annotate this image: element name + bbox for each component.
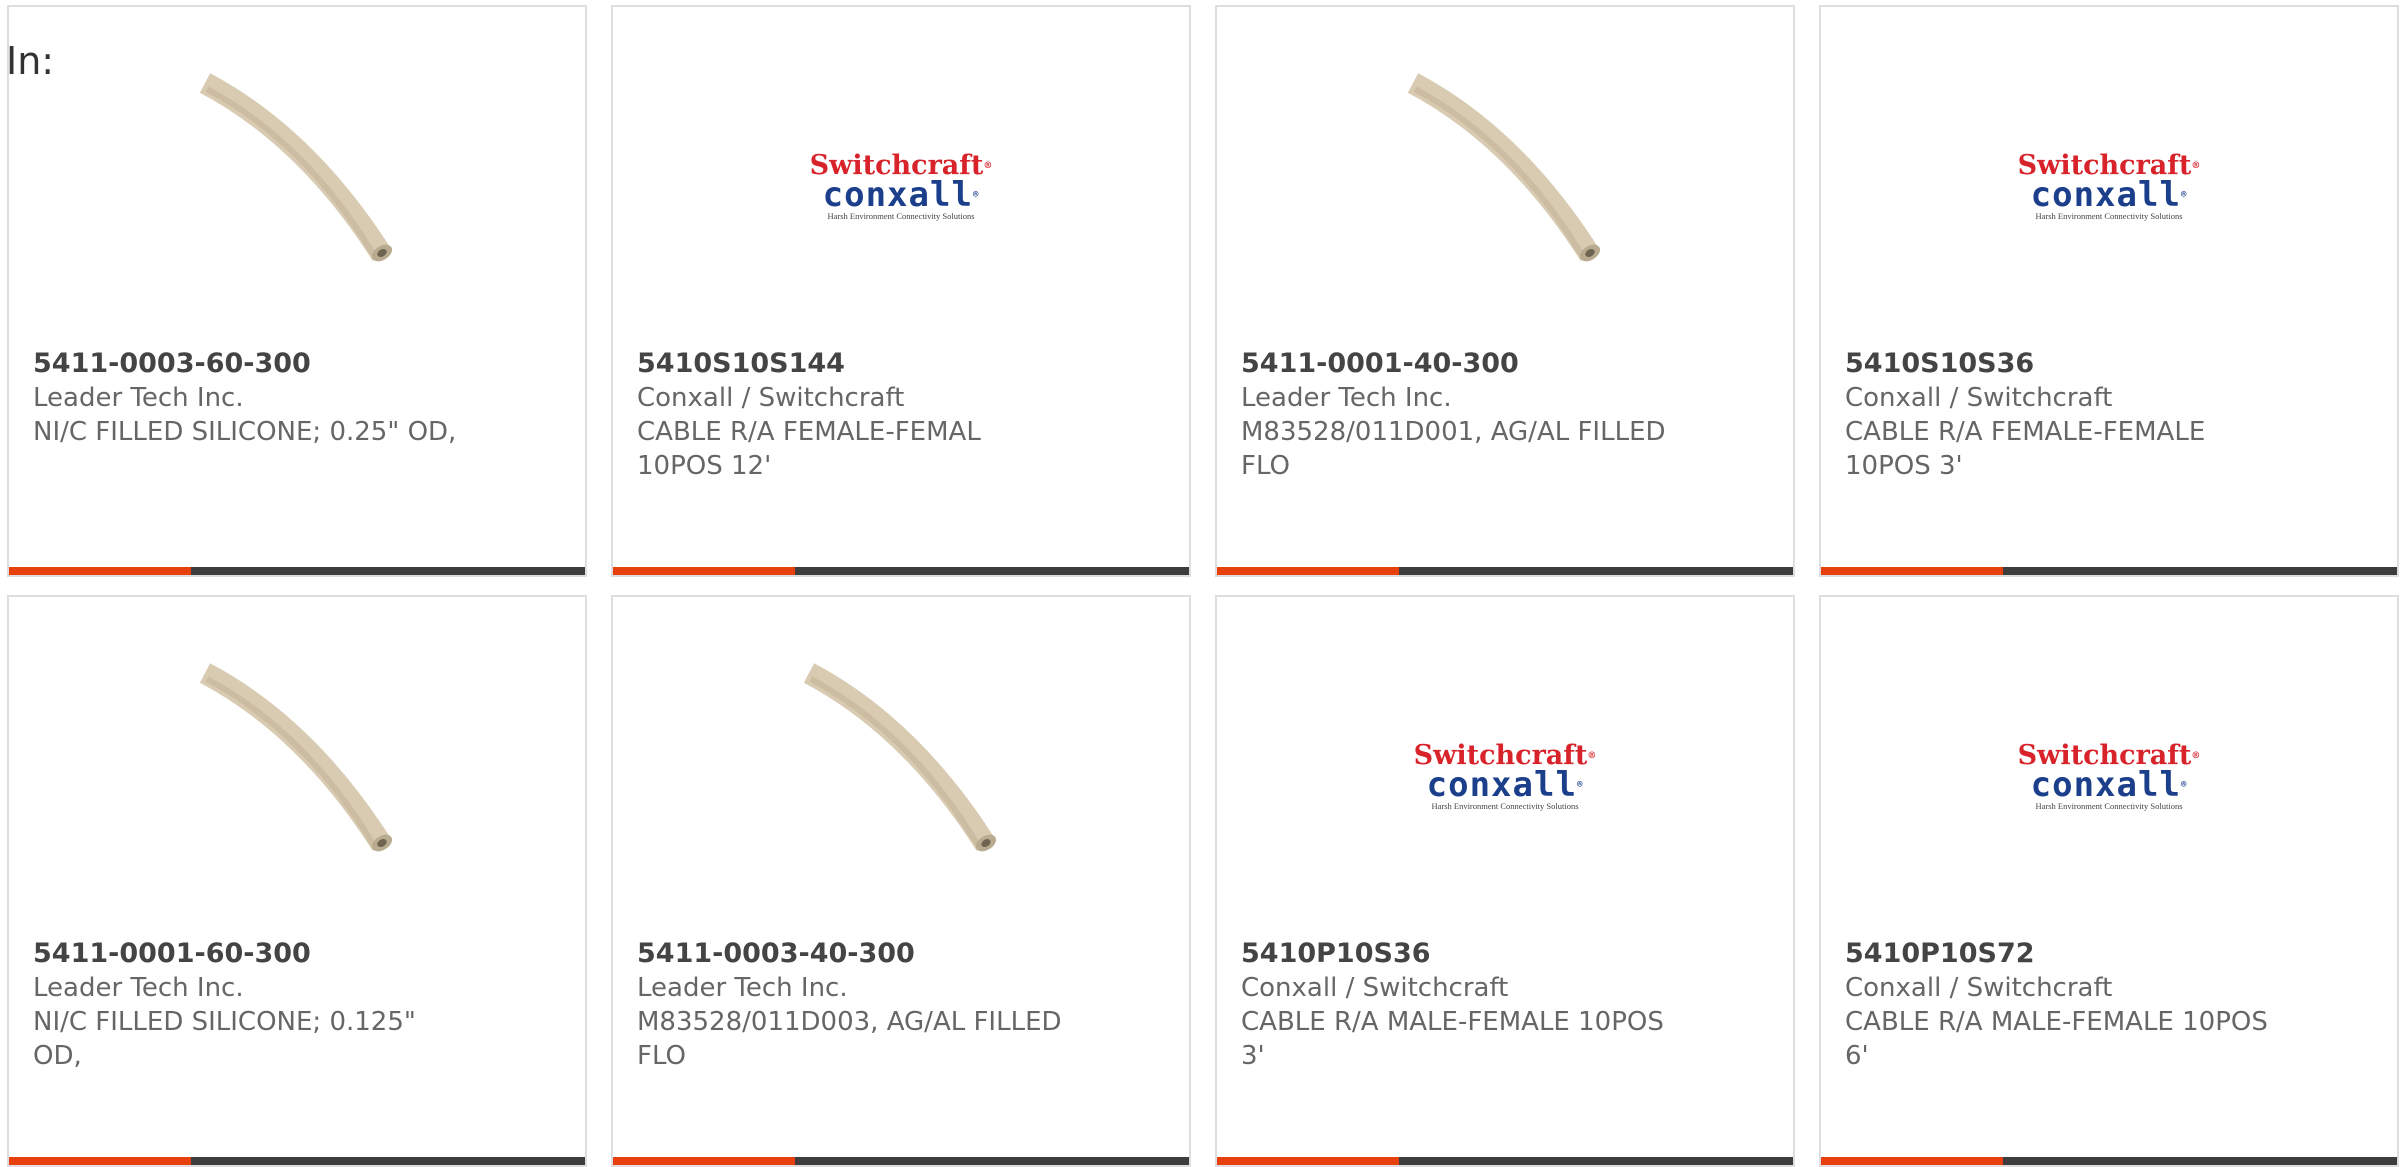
product-card[interactable]: 5411-0003-60-300 Leader Tech Inc. NI/C F… <box>7 5 587 577</box>
switchcraft-logo: Switchcraft® conxall® Harsh Environment Co… <box>796 152 1006 222</box>
logo-tagline: Harsh Environment Connectivity Solutions <box>2035 801 2183 811</box>
card-accent-bar <box>1217 567 1399 575</box>
product-image <box>9 67 585 287</box>
description: CABLE R/A MALE-FEMALE 10POS 3' <box>1241 1007 1664 1071</box>
card-bottom-bar <box>613 567 1189 575</box>
card-accent-bar <box>613 1157 795 1165</box>
description: CABLE R/A FEMALE-FEMAL 10POS 12' <box>637 417 981 481</box>
filter-in-label: In: <box>6 39 55 83</box>
card-bottom-bar <box>1821 1157 2397 1165</box>
card-accent-bar <box>1217 1157 1399 1165</box>
manufacturer: Conxall / Switchcraft <box>1241 973 1509 1003</box>
tube-icon <box>199 663 393 852</box>
description: NI/C FILLED SILICONE; 0.25" OD, <box>33 417 457 447</box>
part-number[interactable]: 5411-0001-60-300 <box>33 937 561 971</box>
part-number[interactable]: 5410P10S36 <box>1241 937 1769 971</box>
product-card[interactable]: 5411-0001-40-300 Leader Tech Inc. M83528… <box>1215 5 1795 577</box>
logo-brand-top: Switchcraft® <box>2017 740 2201 771</box>
product-text: 5411-0003-40-300 Leader Tech Inc. M83528… <box>637 937 1165 1073</box>
manufacturer: Conxall / Switchcraft <box>637 383 905 413</box>
logo-brand-bottom: conxall® <box>1426 765 1584 805</box>
product-card[interactable]: 5411-0001-60-300 Leader Tech Inc. NI/C F… <box>7 595 587 1167</box>
manufacturer: Leader Tech Inc. <box>1241 383 1452 413</box>
card-bottom-bar <box>9 567 585 575</box>
card-accent-bar <box>1821 1157 2003 1165</box>
product-card[interactable]: 5411-0003-40-300 Leader Tech Inc. M83528… <box>611 595 1191 1167</box>
logo-brand-top: Switchcraft® <box>809 150 993 181</box>
part-number[interactable]: 5411-0003-60-300 <box>33 347 561 381</box>
part-number[interactable]: 5410S10S36 <box>1845 347 2373 381</box>
tube-icon <box>199 73 393 262</box>
switchcraft-logo: Switchcraft® conxall® Harsh Environment Co… <box>2004 152 2214 222</box>
product-image: Switchcraft® conxall® Harsh Environment Co… <box>613 67 1189 287</box>
product-text: 5411-0003-60-300 Leader Tech Inc. NI/C F… <box>33 347 561 449</box>
description: CABLE R/A FEMALE-FEMALE 10POS 3' <box>1845 417 2206 481</box>
switchcraft-logo: Switchcraft® conxall® Harsh Environment Co… <box>1400 742 1610 812</box>
product-text: 5411-0001-60-300 Leader Tech Inc. NI/C F… <box>33 937 561 1073</box>
product-text: 5411-0001-40-300 Leader Tech Inc. M83528… <box>1241 347 1769 483</box>
logo-brand-top: Switchcraft® <box>1413 740 1597 771</box>
product-text: 5410S10S36 Conxall / Switchcraft CABLE R… <box>1845 347 2373 483</box>
card-bottom-bar <box>1217 567 1793 575</box>
card-accent-bar <box>9 1157 191 1165</box>
manufacturer: Conxall / Switchcraft <box>1845 383 2113 413</box>
manufacturer: Leader Tech Inc. <box>33 383 244 413</box>
product-text: 5410P10S72 Conxall / Switchcraft CABLE R… <box>1845 937 2373 1073</box>
logo-tagline: Harsh Environment Connectivity Solutions <box>2035 211 2183 221</box>
product-card[interactable]: Switchcraft® conxall® Harsh Environment Co… <box>1215 595 1795 1167</box>
manufacturer: Conxall / Switchcraft <box>1845 973 2113 1003</box>
card-accent-bar <box>1821 567 2003 575</box>
part-number[interactable]: 5411-0001-40-300 <box>1241 347 1769 381</box>
product-image: Switchcraft® conxall® Harsh Environment Co… <box>1821 67 2397 287</box>
product-grid-page: In: 5411-0003-60-300 Leader Tech Inc. NI… <box>0 0 2400 1167</box>
product-image: Switchcraft® conxall® Harsh Environment Co… <box>1217 657 1793 877</box>
card-accent-bar <box>613 567 795 575</box>
manufacturer: Leader Tech Inc. <box>637 973 848 1003</box>
product-image: Switchcraft® conxall® Harsh Environment Co… <box>1821 657 2397 877</box>
manufacturer: Leader Tech Inc. <box>33 973 244 1003</box>
tube-icon <box>1407 73 1601 262</box>
part-number[interactable]: 5410S10S144 <box>637 347 1165 381</box>
product-card[interactable]: Switchcraft® conxall® Harsh Environment Co… <box>611 5 1191 577</box>
description: M83528/011D003, AG/AL FILLED FLO <box>637 1007 1062 1071</box>
description: M83528/011D001, AG/AL FILLED FLO <box>1241 417 1666 481</box>
card-bottom-bar <box>1821 567 2397 575</box>
product-image <box>1217 67 1793 287</box>
part-number[interactable]: 5410P10S72 <box>1845 937 2373 971</box>
card-bottom-bar <box>9 1157 585 1165</box>
logo-brand-top: Switchcraft® <box>2017 150 2201 181</box>
tube-icon <box>803 663 997 852</box>
product-text: 5410P10S36 Conxall / Switchcraft CABLE R… <box>1241 937 1769 1073</box>
product-image <box>9 657 585 877</box>
card-accent-bar <box>9 567 191 575</box>
description: NI/C FILLED SILICONE; 0.125" OD, <box>33 1007 416 1071</box>
product-card[interactable]: Switchcraft® conxall® Harsh Environment Co… <box>1819 595 2399 1167</box>
product-text: 5410S10S144 Conxall / Switchcraft CABLE … <box>637 347 1165 483</box>
product-grid: 5411-0003-60-300 Leader Tech Inc. NI/C F… <box>7 5 2399 1167</box>
product-card[interactable]: Switchcraft® conxall® Harsh Environment Co… <box>1819 5 2399 577</box>
logo-brand-bottom: conxall® <box>2030 765 2188 805</box>
description: CABLE R/A MALE-FEMALE 10POS 6' <box>1845 1007 2268 1071</box>
part-number[interactable]: 5411-0003-40-300 <box>637 937 1165 971</box>
card-bottom-bar <box>1217 1157 1793 1165</box>
logo-tagline: Harsh Environment Connectivity Solutions <box>827 211 975 221</box>
switchcraft-logo: Switchcraft® conxall® Harsh Environment Co… <box>2004 742 2214 812</box>
logo-tagline: Harsh Environment Connectivity Solutions <box>1431 801 1579 811</box>
card-bottom-bar <box>613 1157 1189 1165</box>
logo-brand-bottom: conxall® <box>2030 175 2188 215</box>
logo-brand-bottom: conxall® <box>822 175 980 215</box>
product-image <box>613 657 1189 877</box>
